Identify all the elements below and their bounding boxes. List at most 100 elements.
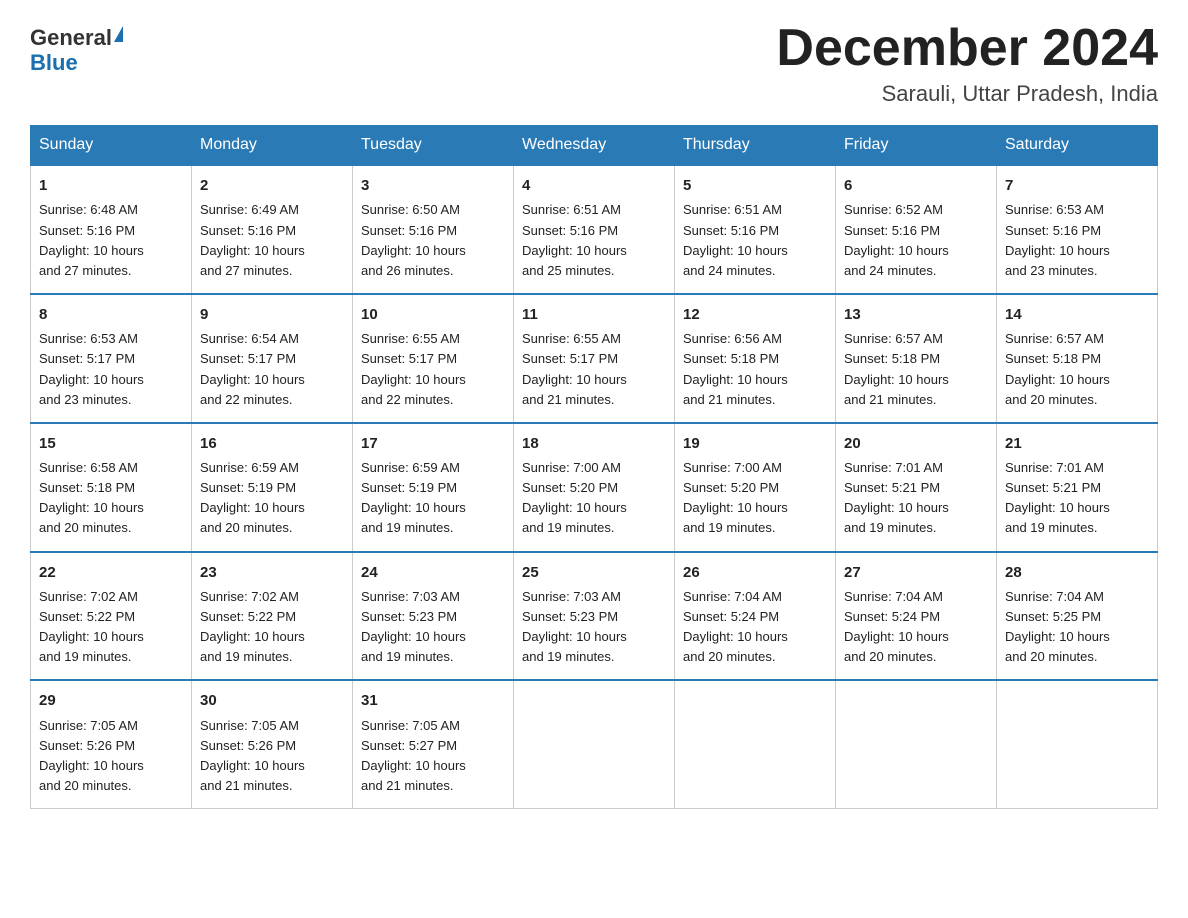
calendar-cell: 30 Sunrise: 7:05 AMSunset: 5:26 PMDayligh…: [192, 680, 353, 808]
day-info: Sunrise: 6:59 AMSunset: 5:19 PMDaylight:…: [361, 460, 466, 535]
calendar-cell: 17 Sunrise: 6:59 AMSunset: 5:19 PMDayligh…: [353, 423, 514, 552]
day-number: 29: [39, 689, 183, 712]
day-info: Sunrise: 7:05 AMSunset: 5:26 PMDaylight:…: [39, 718, 144, 793]
day-number: 30: [200, 689, 344, 712]
day-info: Sunrise: 6:52 AMSunset: 5:16 PMDaylight:…: [844, 202, 949, 277]
day-info: Sunrise: 7:04 AMSunset: 5:25 PMDaylight:…: [1005, 589, 1110, 664]
calendar-cell: 31Sunrise: 7:05 AMSunset: 5:27 PMDayligh…: [353, 680, 514, 808]
day-info: Sunrise: 6:51 AMSunset: 5:16 PMDaylight:…: [683, 202, 788, 277]
day-info: Sunrise: 6:53 AMSunset: 5:16 PMDaylight:…: [1005, 202, 1110, 277]
calendar-cell: 24Sunrise: 7:03 AMSunset: 5:23 PMDayligh…: [353, 552, 514, 681]
day-number: 27: [844, 561, 988, 584]
calendar-cell: 7 Sunrise: 6:53 AMSunset: 5:16 PMDaylight…: [997, 165, 1158, 294]
day-info: Sunrise: 6:48 AMSunset: 5:16 PMDaylight:…: [39, 202, 144, 277]
calendar-cell: 3Sunrise: 6:50 AMSunset: 5:16 PMDaylight…: [353, 165, 514, 294]
calendar-cell: 1 Sunrise: 6:48 AMSunset: 5:16 PMDaylight…: [31, 165, 192, 294]
day-number: 18: [522, 432, 666, 455]
calendar-cell: 19Sunrise: 7:00 AMSunset: 5:20 PMDayligh…: [675, 423, 836, 552]
calendar-cell: 8Sunrise: 6:53 AMSunset: 5:17 PMDaylight…: [31, 294, 192, 423]
logo-blue-text: Blue: [30, 50, 78, 76]
header-sunday: Sunday: [31, 126, 192, 166]
logo: General Blue: [30, 20, 123, 76]
day-info: Sunrise: 6:51 AMSunset: 5:16 PMDaylight:…: [522, 202, 627, 277]
calendar-week-row: 15 Sunrise: 6:58 AMSunset: 5:18 PMDayligh…: [31, 423, 1158, 552]
logo-general-text: General: [30, 26, 112, 50]
day-number: 11: [522, 303, 666, 326]
page-header: General Blue December 2024 Sarauli, Utta…: [30, 20, 1158, 107]
day-number: 2: [200, 174, 344, 197]
day-number: 28: [1005, 561, 1149, 584]
day-number: 7: [1005, 174, 1149, 197]
day-number: 17: [361, 432, 505, 455]
header-wednesday: Wednesday: [514, 126, 675, 166]
calendar-cell: 13 Sunrise: 6:57 AMSunset: 5:18 PMDayligh…: [836, 294, 997, 423]
day-info: Sunrise: 6:59 AMSunset: 5:19 PMDaylight:…: [200, 460, 305, 535]
calendar-cell: 12Sunrise: 6:56 AMSunset: 5:18 PMDayligh…: [675, 294, 836, 423]
day-info: Sunrise: 6:53 AMSunset: 5:17 PMDaylight:…: [39, 331, 144, 406]
calendar-cell: 20Sunrise: 7:01 AMSunset: 5:21 PMDayligh…: [836, 423, 997, 552]
day-info: Sunrise: 7:02 AMSunset: 5:22 PMDaylight:…: [39, 589, 144, 664]
day-number: 4: [522, 174, 666, 197]
calendar-cell: [675, 680, 836, 808]
header-row: Sunday Monday Tuesday Wednesday Thursday…: [31, 126, 1158, 166]
calendar-cell: [836, 680, 997, 808]
day-number: 6: [844, 174, 988, 197]
calendar-cell: 4 Sunrise: 6:51 AMSunset: 5:16 PMDaylight…: [514, 165, 675, 294]
calendar-cell: 10Sunrise: 6:55 AMSunset: 5:17 PMDayligh…: [353, 294, 514, 423]
calendar-cell: [514, 680, 675, 808]
header-saturday: Saturday: [997, 126, 1158, 166]
calendar-cell: 5 Sunrise: 6:51 AMSunset: 5:16 PMDaylight…: [675, 165, 836, 294]
day-info: Sunrise: 7:01 AMSunset: 5:21 PMDaylight:…: [844, 460, 949, 535]
calendar-cell: 18 Sunrise: 7:00 AMSunset: 5:20 PMDayligh…: [514, 423, 675, 552]
day-number: 14: [1005, 303, 1149, 326]
title-area: December 2024 Sarauli, Uttar Pradesh, In…: [776, 20, 1158, 107]
calendar-week-row: 22 Sunrise: 7:02 AMSunset: 5:22 PMDayligh…: [31, 552, 1158, 681]
header-thursday: Thursday: [675, 126, 836, 166]
day-number: 5: [683, 174, 827, 197]
location-title: Sarauli, Uttar Pradesh, India: [776, 81, 1158, 107]
day-number: 26: [683, 561, 827, 584]
day-number: 1: [39, 174, 183, 197]
calendar-cell: 26 Sunrise: 7:04 AMSunset: 5:24 PMDayligh…: [675, 552, 836, 681]
day-number: 13: [844, 303, 988, 326]
calendar-table: Sunday Monday Tuesday Wednesday Thursday…: [30, 125, 1158, 809]
calendar-cell: 23Sunrise: 7:02 AMSunset: 5:22 PMDayligh…: [192, 552, 353, 681]
header-tuesday: Tuesday: [353, 126, 514, 166]
calendar-cell: 15 Sunrise: 6:58 AMSunset: 5:18 PMDayligh…: [31, 423, 192, 552]
calendar-cell: 25 Sunrise: 7:03 AMSunset: 5:23 PMDayligh…: [514, 552, 675, 681]
day-info: Sunrise: 6:57 AMSunset: 5:18 PMDaylight:…: [1005, 331, 1110, 406]
day-number: 12: [683, 303, 827, 326]
day-info: Sunrise: 7:04 AMSunset: 5:24 PMDaylight:…: [683, 589, 788, 664]
header-monday: Monday: [192, 126, 353, 166]
day-info: Sunrise: 7:00 AMSunset: 5:20 PMDaylight:…: [522, 460, 627, 535]
calendar-cell: 28 Sunrise: 7:04 AMSunset: 5:25 PMDayligh…: [997, 552, 1158, 681]
day-info: Sunrise: 7:05 AMSunset: 5:26 PMDaylight:…: [200, 718, 305, 793]
day-info: Sunrise: 7:03 AMSunset: 5:23 PMDaylight:…: [522, 589, 627, 664]
day-number: 22: [39, 561, 183, 584]
calendar-cell: 9Sunrise: 6:54 AMSunset: 5:17 PMDaylight…: [192, 294, 353, 423]
day-number: 19: [683, 432, 827, 455]
month-title: December 2024: [776, 20, 1158, 77]
calendar-body: 1 Sunrise: 6:48 AMSunset: 5:16 PMDaylight…: [31, 165, 1158, 809]
day-info: Sunrise: 7:04 AMSunset: 5:24 PMDaylight:…: [844, 589, 949, 664]
calendar-cell: [997, 680, 1158, 808]
calendar-week-row: 1 Sunrise: 6:48 AMSunset: 5:16 PMDaylight…: [31, 165, 1158, 294]
day-info: Sunrise: 6:49 AMSunset: 5:16 PMDaylight:…: [200, 202, 305, 277]
calendar-header: Sunday Monday Tuesday Wednesday Thursday…: [31, 126, 1158, 166]
header-friday: Friday: [836, 126, 997, 166]
day-number: 25: [522, 561, 666, 584]
calendar-cell: 29 Sunrise: 7:05 AMSunset: 5:26 PMDayligh…: [31, 680, 192, 808]
calendar-cell: 2 Sunrise: 6:49 AMSunset: 5:16 PMDaylight…: [192, 165, 353, 294]
calendar-cell: 16Sunrise: 6:59 AMSunset: 5:19 PMDayligh…: [192, 423, 353, 552]
day-number: 21: [1005, 432, 1149, 455]
calendar-cell: 6 Sunrise: 6:52 AMSunset: 5:16 PMDaylight…: [836, 165, 997, 294]
calendar-week-row: 29 Sunrise: 7:05 AMSunset: 5:26 PMDayligh…: [31, 680, 1158, 808]
day-info: Sunrise: 7:05 AMSunset: 5:27 PMDaylight:…: [361, 718, 466, 793]
day-number: 15: [39, 432, 183, 455]
day-info: Sunrise: 6:57 AMSunset: 5:18 PMDaylight:…: [844, 331, 949, 406]
day-info: Sunrise: 7:02 AMSunset: 5:22 PMDaylight:…: [200, 589, 305, 664]
day-number: 3: [361, 174, 505, 197]
calendar-cell: 27 Sunrise: 7:04 AMSunset: 5:24 PMDayligh…: [836, 552, 997, 681]
day-info: Sunrise: 6:54 AMSunset: 5:17 PMDaylight:…: [200, 331, 305, 406]
day-info: Sunrise: 6:58 AMSunset: 5:18 PMDaylight:…: [39, 460, 144, 535]
